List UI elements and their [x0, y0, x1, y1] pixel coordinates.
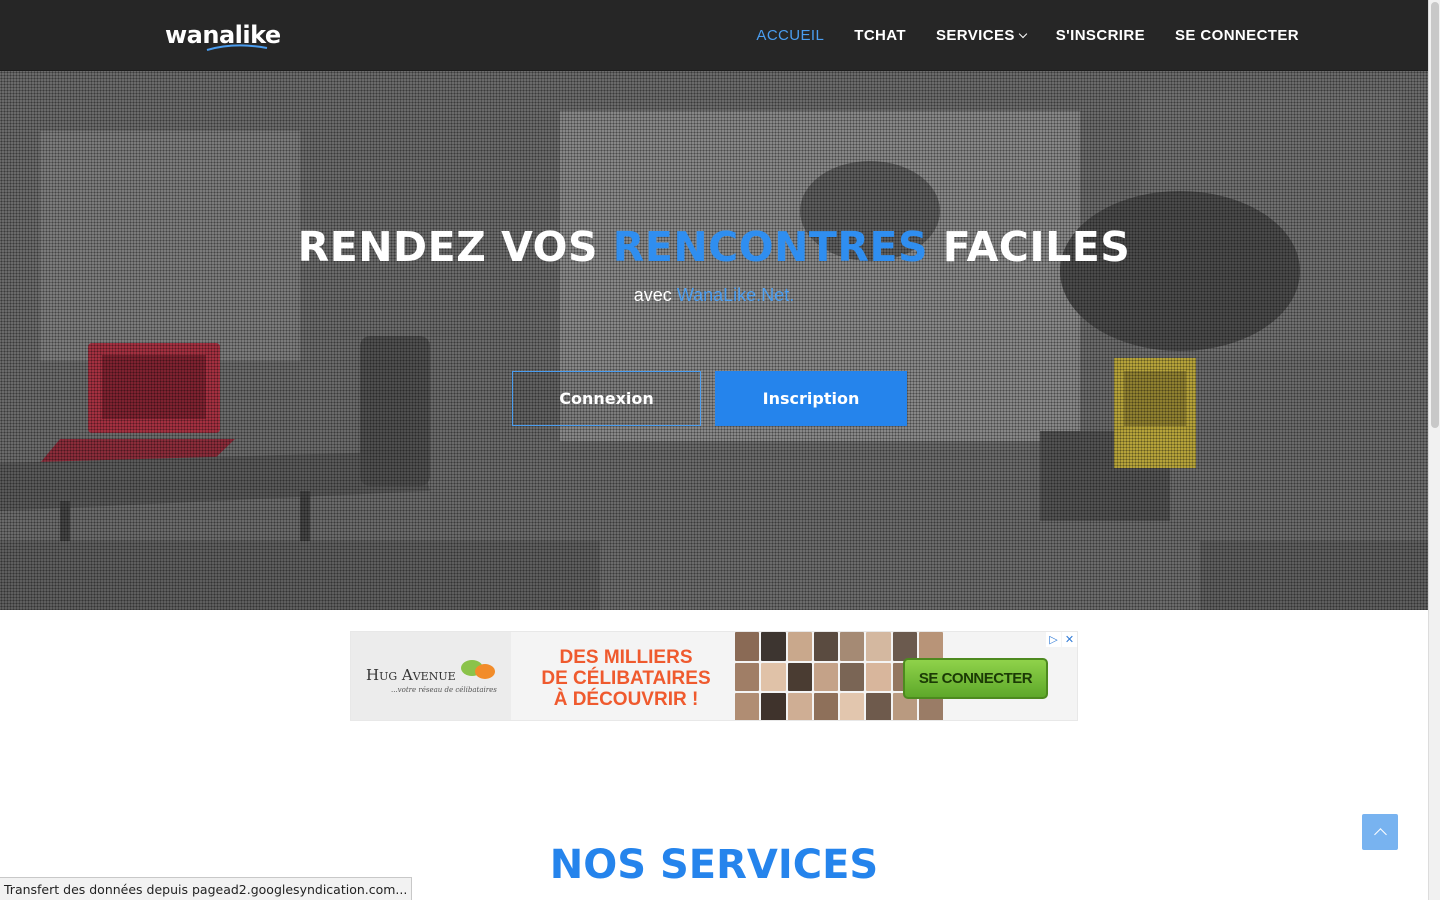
ad-photo — [787, 662, 812, 692]
nav-accueil[interactable]: ACCUEIL — [756, 27, 824, 44]
ad-controls: ▷ ✕ — [1046, 632, 1077, 647]
hero-title: RENDEZ VOS RENCONTRES FACILES — [0, 223, 1428, 271]
connexion-button[interactable]: Connexion — [512, 371, 701, 426]
hero-title-part2: FACILES — [928, 223, 1131, 271]
ad-brand-tagline: ...votre réseau de célibataires — [391, 686, 497, 694]
ad-photo — [840, 632, 865, 661]
chevron-up-icon — [1373, 827, 1387, 841]
ad-photo — [813, 693, 838, 720]
nav-se-connecter[interactable]: SE CONNECTER — [1175, 27, 1299, 44]
scrollbar-thumb[interactable] — [1431, 2, 1439, 428]
ad-photo — [813, 662, 838, 692]
logo-swoosh-icon — [206, 44, 268, 51]
services-heading-bold: SERVICES — [659, 842, 879, 888]
hero-subtitle: avec WanaLike.Net. — [0, 285, 1428, 306]
ad-photo — [892, 632, 917, 661]
close-icon[interactable]: ✕ — [1062, 632, 1077, 647]
ad-photo — [918, 632, 943, 661]
browser-status-bar: Transfert des données depuis pagead2.goo… — [0, 877, 413, 900]
ad-headline-line: À DÉCOUVRIR ! — [553, 689, 699, 710]
ad-photo — [761, 662, 786, 692]
ad-photo — [735, 693, 760, 720]
ad-photo — [735, 632, 760, 661]
ad-headline-line: DES MILLIERS — [559, 647, 693, 668]
ad-photo — [787, 632, 812, 661]
ad-banner[interactable]: Hug Avenue ...votre réseau de célibatair… — [350, 631, 1078, 721]
ad-brand-name: Hug Avenue — [366, 666, 456, 684]
speech-bubble-icon — [475, 664, 495, 679]
chevron-down-icon — [1018, 29, 1028, 38]
ad-photo — [761, 693, 786, 720]
nav-inscrire[interactable]: S'INSCRIRE — [1056, 27, 1145, 44]
nav-tchat[interactable]: TCHAT — [854, 27, 906, 44]
services-heading-light: NOS — [549, 842, 660, 888]
navbar: wanalike ACCUEIL TCHAT SERVICES S'INSCRI… — [0, 0, 1428, 71]
main-nav: ACCUEIL TCHAT SERVICES S'INSCRIRE SE CON… — [726, 0, 1299, 71]
ad-headline-line: DE CÉLIBATAIRES — [541, 668, 711, 689]
hero-subtitle-link[interactable]: WanaLike.Net. — [677, 285, 794, 305]
ad-photo — [840, 662, 865, 692]
ad-photo — [761, 632, 786, 661]
back-to-top-button[interactable] — [1362, 814, 1398, 850]
wanalike-logo[interactable]: wanalike — [165, 18, 281, 52]
ad-photo — [866, 662, 891, 692]
nav-services[interactable]: SERVICES — [935, 27, 1028, 44]
nav-services-label: SERVICES — [935, 27, 1015, 44]
hero-section: RENDEZ VOS RENCONTRES FACILES avec WanaL… — [0, 71, 1428, 610]
ad-photo — [866, 632, 891, 661]
page-scrollbar[interactable] — [1428, 0, 1440, 900]
ad-photo — [840, 693, 865, 720]
hero-subtitle-prefix: avec — [633, 285, 677, 305]
ad-photo — [813, 632, 838, 661]
ad-cta-button[interactable]: SE CONNECTER — [903, 658, 1048, 699]
hero-overlay-pattern — [0, 71, 1428, 610]
inscription-button[interactable]: Inscription — [715, 371, 907, 426]
hero-title-part1: RENDEZ VOS — [297, 223, 613, 271]
hero-title-highlight: RENCONTRES — [612, 223, 928, 271]
ad-photo — [787, 693, 812, 720]
adchoices-icon[interactable]: ▷ — [1046, 632, 1061, 647]
ad-headline: DES MILLIERS DE CÉLIBATAIRES À DÉCOUVRIR… — [521, 647, 731, 710]
ad-photo — [735, 662, 760, 692]
ad-photo — [866, 693, 891, 720]
ad-brand: Hug Avenue ...votre réseau de célibatair… — [351, 632, 511, 720]
page: wanalike ACCUEIL TCHAT SERVICES S'INSCRI… — [0, 0, 1428, 900]
